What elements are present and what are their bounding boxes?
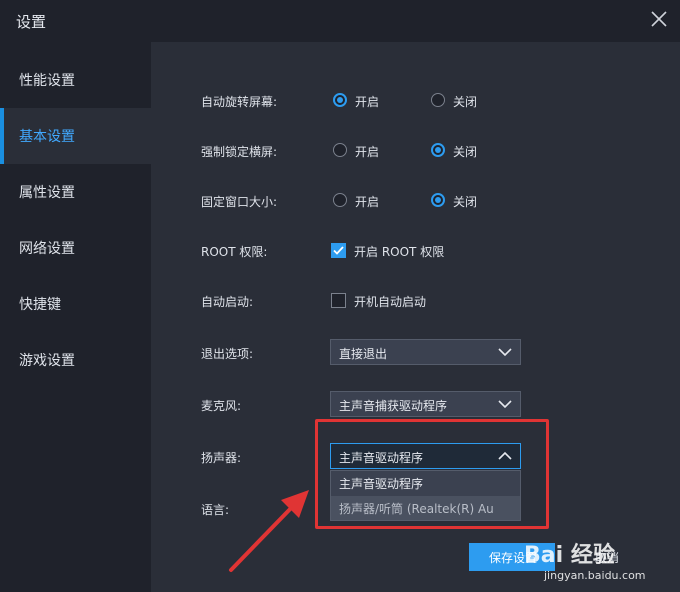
exit-option-select[interactable]: 直接退出 <box>330 339 521 365</box>
sidebar-item-label: 网络设置 <box>19 241 75 257</box>
sidebar-item-network[interactable]: 网络设置 <box>0 220 151 276</box>
root-checkbox-label: 开启 ROOT 权限 <box>354 245 445 259</box>
autostart-checkbox-label: 开机自动启动 <box>354 295 427 309</box>
sidebar-item-label: 快捷键 <box>19 297 61 313</box>
sidebar-item-basic[interactable]: 基本设置 <box>0 108 151 164</box>
watermark-url: jingyan.baidu.com <box>544 569 646 582</box>
chevron-down-icon <box>498 348 512 357</box>
auto-rotate-off-radio[interactable] <box>431 93 445 107</box>
fixed-window-on-radio[interactable] <box>333 193 347 207</box>
sidebar-item-label: 性能设置 <box>19 73 75 89</box>
baidu-watermark: Bai 经验 jingyan.baidu.com <box>524 533 680 592</box>
sidebar-item-game[interactable]: 游戏设置 <box>0 332 151 388</box>
auto-rotate-on-label: 开启 <box>355 95 380 109</box>
fixed-window-on-label: 开启 <box>355 195 380 209</box>
sidebar-item-properties[interactable]: 属性设置 <box>0 164 151 220</box>
watermark-brand: Bai 经验 <box>524 543 615 568</box>
sidebar-item-label: 游戏设置 <box>19 353 75 369</box>
root-checkbox[interactable] <box>331 243 346 258</box>
chevron-down-icon <box>498 400 512 409</box>
close-icon[interactable] <box>648 8 670 30</box>
force-landscape-on-radio[interactable] <box>333 143 347 157</box>
sidebar-item-label: 属性设置 <box>19 185 75 201</box>
sidebar-item-label: 基本设置 <box>19 129 75 145</box>
microphone-select[interactable]: 主声音捕获驱动程序 <box>330 391 521 417</box>
force-landscape-off-radio[interactable] <box>431 143 445 157</box>
force-landscape-label: 强制锁定横屏: <box>201 145 278 159</box>
autostart-label: 自动启动: <box>201 295 254 309</box>
auto-rotate-off-label: 关闭 <box>453 95 478 109</box>
speaker-label: 扬声器: <box>201 451 242 465</box>
microphone-label: 麦克风: <box>201 399 242 413</box>
auto-rotate-on-radio[interactable] <box>333 93 347 107</box>
autostart-checkbox[interactable] <box>331 293 346 308</box>
red-arrow-annotation <box>229 490 309 572</box>
window-title: 设置 <box>16 13 47 31</box>
sidebar-item-shortcuts[interactable]: 快捷键 <box>0 276 151 332</box>
exit-option-label: 退出选项: <box>201 347 254 361</box>
force-landscape-off-label: 关闭 <box>453 145 478 159</box>
auto-rotate-label: 自动旋转屏幕: <box>201 95 278 109</box>
sidebar-item-performance[interactable]: 性能设置 <box>0 52 151 108</box>
checkmark-icon <box>333 246 344 255</box>
microphone-value: 主声音捕获驱动程序 <box>339 399 448 413</box>
force-landscape-on-label: 开启 <box>355 145 380 159</box>
sidebar: 性能设置 基本设置 属性设置 网络设置 快捷键 游戏设置 <box>0 42 151 592</box>
exit-option-value: 直接退出 <box>339 347 388 361</box>
fixed-window-off-label: 关闭 <box>453 195 478 209</box>
title-bar: 设置 <box>0 0 680 42</box>
fixed-window-off-radio[interactable] <box>431 193 445 207</box>
highlight-box <box>315 419 549 529</box>
root-label: ROOT 权限: <box>201 245 268 259</box>
fixed-window-label: 固定窗口大小: <box>201 195 278 209</box>
